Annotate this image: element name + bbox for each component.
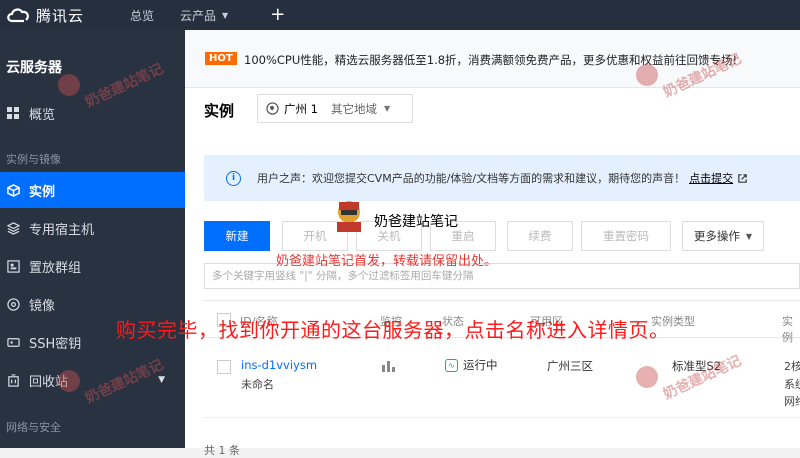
grid-icon [6,106,20,120]
new-instance-button[interactable]: 新建 [204,221,270,251]
sidebar-item-label: SSH密钥 [29,336,82,352]
sidebar-item-label: 回收站 [29,374,69,390]
table-total: 共 1 条 [204,444,240,457]
sidebar-item-instances[interactable]: 实例 [0,172,185,208]
chevron-down-icon: ▼ [383,104,391,113]
running-icon: ∿ [445,358,458,372]
layers-icon [6,221,20,235]
brand-name: 奶爸建站笔记 [374,214,458,230]
region-other: 其它地域 [330,101,377,116]
region-selector[interactable]: 广州 1 其它地域 ▼ [257,94,413,123]
instruction-annotation: 购买完毕，找到你开通的这台服务器，点击名称进入详情页。 [116,318,670,342]
status-badge: ∿ 运行中 [445,357,498,373]
row-checkbox[interactable] [217,360,231,374]
logo-text: 腾讯云 [36,6,85,25]
reset-password-button[interactable]: 重置密码 [581,221,671,251]
monitor-chart-icon[interactable] [382,360,395,372]
instance-name: 未命名 [241,378,274,391]
notice-text: 用户之声：欢迎您提交CVM产品的功能/体验/文档等方面的需求和建议，期待您的声音… [257,172,686,185]
user-feedback-notice: i 用户之声：欢迎您提交CVM产品的功能/体验/文档等方面的需求和建议，期待您的… [204,155,800,201]
group-icon [6,259,20,273]
disc-icon [6,297,20,311]
sidebar-item-label: 概览 [29,107,56,123]
sidebar-title: 云服务器 [6,60,62,76]
nav-overview[interactable]: 总览 [130,7,154,24]
tencent-cloud-logo[interactable]: 腾讯云 [0,5,118,26]
renew-button[interactable]: 续费 [507,221,573,251]
sidebar-item-placement-group[interactable]: 置放群组 [0,248,185,284]
repost-note: 奶爸建站笔记首发，转载请保留出处。 [276,254,498,269]
chevron-down-icon: ▼ [158,375,165,385]
more-actions-label: 更多操作 [693,229,740,243]
promo-text[interactable]: 100%CPU性能，精选云服务器低至1.8折，消费满额领免费产品，更多优惠和权益… [244,52,737,68]
sidebar-item-label: 专用宿主机 [29,222,95,238]
cube-icon [6,183,20,197]
chevron-down-icon: ▼ [222,10,229,20]
notice-submit-link[interactable]: 点击提交 [689,170,733,186]
config-system: 系统 [784,378,800,391]
key-icon [6,335,20,349]
cloud-logo-icon [7,8,29,23]
globe-icon [266,102,279,115]
table-row: ins-d1vviysm 未命名 ∿ 运行中 广州三区 标准型S2 2核 系统 … [204,338,800,418]
config-cpu: 2核 [784,360,800,373]
sidebar: 云服务器 概览 实例与镜像 实例 专用宿主机 置放群组 镜像 SSH密钥 回收站… [0,30,185,448]
sidebar-section-network: 网络与安全 [6,421,61,434]
sidebar-item-dedicated-host[interactable]: 专用宿主机 [0,210,185,246]
instance-type-value: 标准型S2 [672,359,722,373]
sidebar-item-label: 实例 [29,184,56,200]
sidebar-item-recycle-bin[interactable]: 回收站 ▼ [0,362,185,398]
trash-icon [6,373,20,387]
nav-products-label: 云产品 [180,8,217,23]
chevron-down-icon: ▼ [745,231,753,241]
sidebar-section-instances: 实例与镜像 [6,153,61,166]
add-icon[interactable]: + [270,6,285,24]
sidebar-item-label: 置放群组 [29,260,82,276]
info-icon: i [226,170,241,186]
hot-badge: HOT [205,52,237,65]
page-title: 实例 [204,102,235,120]
config-network: 网络 [784,395,800,408]
top-nav-bar: 腾讯云 总览 云产品 ▼ + [0,0,800,30]
promo-banner[interactable]: HOT 100%CPU性能，精选云服务器低至1.8折，消费满额领免费产品，更多优… [185,30,800,88]
region-current: 广州 1 [284,101,318,116]
zone-value: 广州三区 [547,359,593,373]
main-content: HOT 100%CPU性能，精选云服务器低至1.8折，消费满额领免费产品，更多优… [185,30,800,457]
sidebar-item-overview[interactable]: 概览 [0,95,185,131]
external-link-icon[interactable] [737,173,748,184]
sidebar-item-label: 镜像 [29,298,56,314]
nav-products[interactable]: 云产品 ▼ [180,7,228,24]
more-actions-button[interactable]: 更多操作 ▼ [682,221,764,251]
mascot-avatar-icon [337,201,361,232]
instance-id-link[interactable]: ins-d1vviysm [241,358,317,372]
status-text: 运行中 [463,358,498,372]
